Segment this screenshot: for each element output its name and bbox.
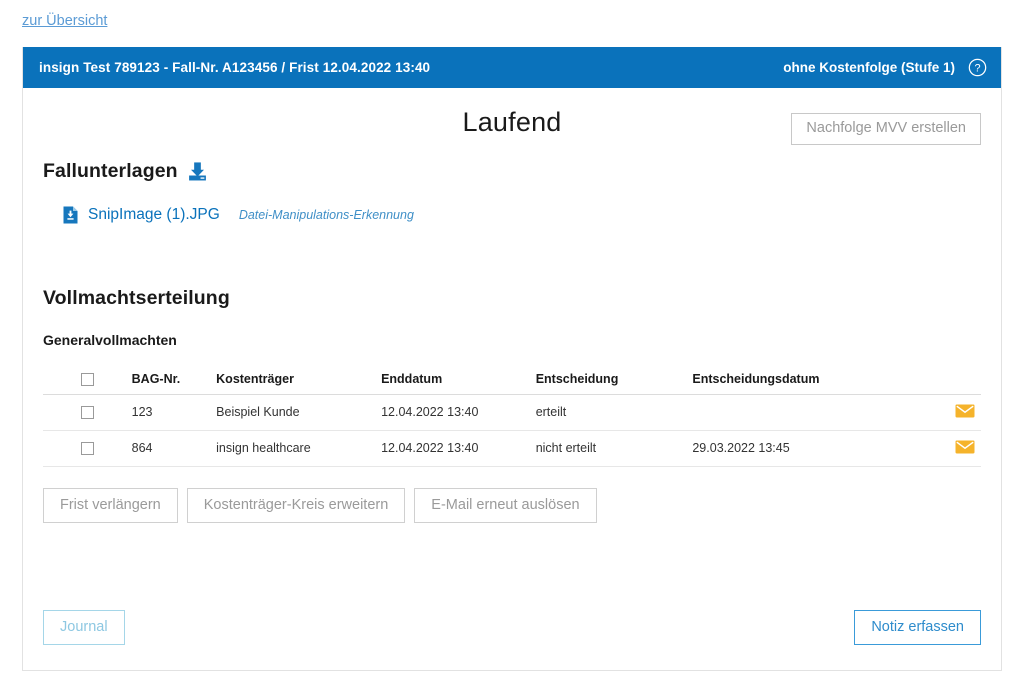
expand-payer-group-button[interactable]: Kostenträger-Kreis erweitern (187, 488, 406, 524)
case-header-title: insign Test 789123 - Fall-Nr. A123456 / … (39, 60, 430, 75)
case-card-body: Laufend Nachfolge MVV erstellen Fallunte… (23, 88, 1001, 670)
row-select-cell (43, 394, 132, 430)
cell-mail-action (899, 394, 982, 430)
svg-text:?: ? (974, 63, 980, 75)
table-header-enddatum: Enddatum (381, 365, 536, 394)
table-row[interactable]: 123 Beispiel Kunde 12.04.2022 13:40 erte… (43, 394, 981, 430)
envelope-icon[interactable] (955, 404, 975, 418)
footer-actions: Journal Notiz erfassen (43, 610, 981, 646)
file-manipulation-detection-tag: Datei-Manipulations-Erkennung (239, 208, 414, 222)
cell-entscheidung: erteilt (536, 394, 693, 430)
cell-mail-action (899, 430, 982, 466)
table-header-bag-nr: BAG-Nr. (132, 365, 217, 394)
table-row[interactable]: 864 insign healthcare 12.04.2022 13:40 n… (43, 430, 981, 466)
resend-email-button[interactable]: E-Mail erneut auslösen (414, 488, 596, 524)
create-followup-mvv-button[interactable]: Nachfolge MVV erstellen (791, 113, 981, 145)
case-status-label: ohne Kostenfolge (Stufe 1) (783, 60, 955, 75)
authorization-section: Vollmachtserteilung Generalvollmachten B… (43, 287, 981, 523)
table-header-entscheidungsdatum: Entscheidungsdatum (692, 365, 898, 394)
question-circle-icon[interactable]: ? (968, 58, 987, 77)
cell-entscheidungsdatum: 29.03.2022 13:45 (692, 430, 898, 466)
authorization-actions: Frist verlängern Kostenträger-Kreis erwe… (43, 488, 981, 524)
table-header-row: BAG-Nr. Kostenträger Enddatum Entscheidu… (43, 365, 981, 394)
case-header-right-group: ohne Kostenfolge (Stufe 1) ? (783, 58, 987, 77)
envelope-icon[interactable] (955, 440, 975, 454)
breadcrumb-link-overview[interactable]: zur Übersicht (22, 12, 107, 30)
list-item: SnipImage (1).JPG Datei-Manipulations-Er… (63, 206, 981, 224)
journal-button[interactable]: Journal (43, 610, 125, 646)
cell-kostentraeger: insign healthcare (216, 430, 381, 466)
cell-bag-nr: 123 (132, 394, 217, 430)
case-documents-list: SnipImage (1).JPG Datei-Manipulations-Er… (43, 206, 981, 224)
cell-kostentraeger: Beispiel Kunde (216, 394, 381, 430)
row-checkbox[interactable] (81, 442, 94, 455)
general-authorizations-table: BAG-Nr. Kostenträger Enddatum Entscheidu… (43, 365, 981, 467)
case-documents-heading: Fallunterlagen (43, 160, 178, 183)
case-documents-heading-row: Fallunterlagen (43, 160, 981, 183)
table-header-entscheidung: Entscheidung (536, 365, 693, 394)
table-header-mail (899, 365, 982, 394)
authorization-heading: Vollmachtserteilung (43, 287, 981, 310)
cell-entscheidungsdatum (692, 394, 898, 430)
row-select-cell (43, 430, 132, 466)
cell-enddatum: 12.04.2022 13:40 (381, 430, 536, 466)
table-header-kostentraeger: Kostenträger (216, 365, 381, 394)
cell-entscheidung: nicht erteilt (536, 430, 693, 466)
authorization-subheading: Generalvollmachten (43, 332, 981, 348)
row-checkbox[interactable] (81, 406, 94, 419)
extend-deadline-button[interactable]: Frist verlängern (43, 488, 178, 524)
case-header-bar: insign Test 789123 - Fall-Nr. A123456 / … (23, 47, 1001, 88)
cell-bag-nr: 864 (132, 430, 217, 466)
download-tray-icon[interactable] (187, 161, 208, 182)
table-header-select-all (43, 365, 132, 394)
case-card: insign Test 789123 - Fall-Nr. A123456 / … (22, 47, 1002, 671)
page-title-row: Laufend Nachfolge MVV erstellen (43, 88, 981, 160)
file-download-icon[interactable] (63, 206, 78, 224)
select-all-checkbox[interactable] (81, 373, 94, 386)
cell-enddatum: 12.04.2022 13:40 (381, 394, 536, 430)
create-note-button[interactable]: Notiz erfassen (854, 610, 981, 646)
file-name-link[interactable]: SnipImage (1).JPG (88, 206, 220, 224)
